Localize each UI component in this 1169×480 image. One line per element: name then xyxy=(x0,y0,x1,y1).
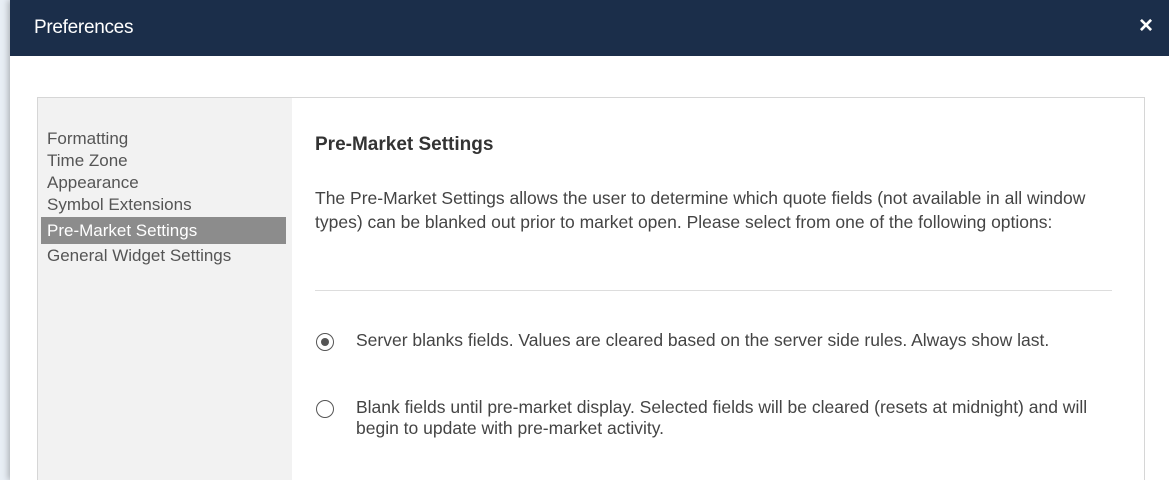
sidebar-item-appearance[interactable]: Appearance xyxy=(41,172,286,194)
radio-selected-dot xyxy=(320,337,329,346)
sidebar-item-formatting[interactable]: Formatting xyxy=(41,128,286,150)
sidebar-item-time-zone[interactable]: Time Zone xyxy=(41,150,286,172)
radio-server-blanks[interactable] xyxy=(316,333,334,351)
option-server-blanks-label: Server blanks fields. Values are cleared… xyxy=(356,330,1050,350)
divider xyxy=(315,290,1112,291)
dialog-titlebar: Preferences × xyxy=(10,0,1169,56)
preferences-panel: Formatting Time Zone Appearance Symbol E… xyxy=(37,97,1145,480)
dialog-title: Preferences xyxy=(34,17,134,38)
preferences-dialog: Preferences × Formatting Time Zone Appea… xyxy=(10,0,1169,480)
option-blank-until-premarket-label: Blank fields until pre-market display. S… xyxy=(356,397,1088,438)
sidebar-item-pre-market-settings[interactable]: Pre-Market Settings xyxy=(41,217,286,244)
section-heading: Pre-Market Settings xyxy=(315,134,494,155)
radio-blank-until-premarket[interactable] xyxy=(316,400,334,418)
close-icon[interactable]: × xyxy=(1135,14,1157,38)
sidebar-item-symbol-extensions[interactable]: Symbol Extensions xyxy=(41,194,286,216)
sidebar-nav: Formatting Time Zone Appearance Symbol E… xyxy=(38,98,292,480)
sidebar-item-general-widget-settings[interactable]: General Widget Settings xyxy=(41,245,286,267)
section-description: The Pre-Market Settings allows the user … xyxy=(315,188,1086,232)
